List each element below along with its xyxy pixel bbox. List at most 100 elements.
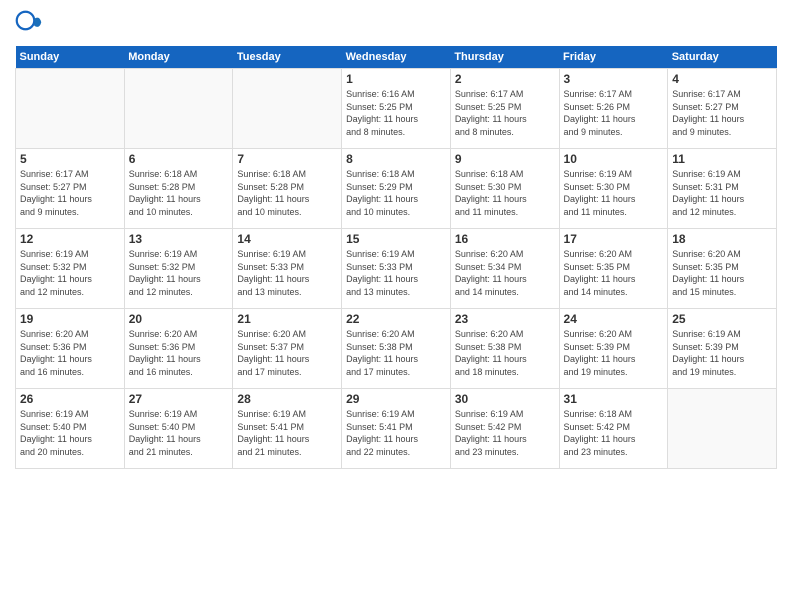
day-info: Sunrise: 6:19 AM Sunset: 5:39 PM Dayligh… <box>672 328 772 378</box>
calendar-cell: 29 Sunrise: 6:19 AM Sunset: 5:41 PM Dayli… <box>342 389 451 469</box>
day-info: Sunrise: 6:18 AM Sunset: 5:30 PM Dayligh… <box>455 168 555 218</box>
calendar-week-row: 19 Sunrise: 6:20 AM Sunset: 5:36 PM Dayli… <box>16 309 777 389</box>
day-info: Sunrise: 6:17 AM Sunset: 5:25 PM Dayligh… <box>455 88 555 138</box>
calendar-cell: 21 Sunrise: 6:20 AM Sunset: 5:37 PM Dayli… <box>233 309 342 389</box>
calendar-cell: 13 Sunrise: 6:19 AM Sunset: 5:32 PM Dayli… <box>124 229 233 309</box>
calendar-cell: 17 Sunrise: 6:20 AM Sunset: 5:35 PM Dayli… <box>559 229 668 309</box>
day-info: Sunrise: 6:19 AM Sunset: 5:32 PM Dayligh… <box>129 248 229 298</box>
logo <box>15 10 47 38</box>
day-info: Sunrise: 6:16 AM Sunset: 5:25 PM Dayligh… <box>346 88 446 138</box>
day-number: 21 <box>237 312 337 326</box>
calendar-cell <box>124 69 233 149</box>
calendar-cell: 26Sunrise: 6:19 AM Sunset: 5:40 PM Dayli… <box>16 389 125 469</box>
day-info: Sunrise: 6:20 AM Sunset: 5:36 PM Dayligh… <box>129 328 229 378</box>
day-number: 30 <box>455 392 555 406</box>
day-number: 5 <box>20 152 120 166</box>
calendar-cell <box>16 69 125 149</box>
weekday-header: Thursday <box>450 46 559 69</box>
calendar-cell: 28 Sunrise: 6:19 AM Sunset: 5:41 PM Dayli… <box>233 389 342 469</box>
calendar-week-row: 12 Sunrise: 6:19 AM Sunset: 5:32 PM Dayli… <box>16 229 777 309</box>
calendar-table: SundayMondayTuesdayWednesdayThursdayFrid… <box>15 46 777 469</box>
day-info: Sunrise: 6:18 AM Sunset: 5:29 PM Dayligh… <box>346 168 446 218</box>
day-number: 14 <box>237 232 337 246</box>
day-number: 4 <box>672 72 772 86</box>
day-number: 1 <box>346 72 446 86</box>
calendar-week-row: 5Sunrise: 6:17 AM Sunset: 5:27 PM Daylig… <box>16 149 777 229</box>
calendar-week-row: 26Sunrise: 6:19 AM Sunset: 5:40 PM Dayli… <box>16 389 777 469</box>
day-info: Sunrise: 6:19 AM Sunset: 5:41 PM Dayligh… <box>346 408 446 458</box>
day-info: Sunrise: 6:20 AM Sunset: 5:35 PM Dayligh… <box>564 248 664 298</box>
header <box>15 10 777 38</box>
calendar-cell: 5Sunrise: 6:17 AM Sunset: 5:27 PM Daylig… <box>16 149 125 229</box>
day-number: 19 <box>20 312 120 326</box>
day-number: 15 <box>346 232 446 246</box>
day-number: 12 <box>20 232 120 246</box>
day-info: Sunrise: 6:17 AM Sunset: 5:26 PM Dayligh… <box>564 88 664 138</box>
calendar-cell: 25 Sunrise: 6:19 AM Sunset: 5:39 PM Dayli… <box>668 309 777 389</box>
calendar-cell: 2 Sunrise: 6:17 AM Sunset: 5:25 PM Daylig… <box>450 69 559 149</box>
calendar-cell: 11Sunrise: 6:19 AM Sunset: 5:31 PM Dayli… <box>668 149 777 229</box>
day-number: 10 <box>564 152 664 166</box>
calendar-cell: 8 Sunrise: 6:18 AM Sunset: 5:29 PM Daylig… <box>342 149 451 229</box>
day-number: 31 <box>564 392 664 406</box>
day-info: Sunrise: 6:19 AM Sunset: 5:33 PM Dayligh… <box>237 248 337 298</box>
day-info: Sunrise: 6:19 AM Sunset: 5:40 PM Dayligh… <box>20 408 120 458</box>
day-info: Sunrise: 6:18 AM Sunset: 5:28 PM Dayligh… <box>237 168 337 218</box>
weekday-header: Saturday <box>668 46 777 69</box>
day-info: Sunrise: 6:19 AM Sunset: 5:30 PM Dayligh… <box>564 168 664 218</box>
calendar-cell: 4 Sunrise: 6:17 AM Sunset: 5:27 PM Daylig… <box>668 69 777 149</box>
calendar-cell: 7 Sunrise: 6:18 AM Sunset: 5:28 PM Daylig… <box>233 149 342 229</box>
day-info: Sunrise: 6:20 AM Sunset: 5:38 PM Dayligh… <box>455 328 555 378</box>
calendar-cell: 12 Sunrise: 6:19 AM Sunset: 5:32 PM Dayli… <box>16 229 125 309</box>
calendar-cell: 6Sunrise: 6:18 AM Sunset: 5:28 PM Daylig… <box>124 149 233 229</box>
day-info: Sunrise: 6:20 AM Sunset: 5:34 PM Dayligh… <box>455 248 555 298</box>
day-info: Sunrise: 6:17 AM Sunset: 5:27 PM Dayligh… <box>672 88 772 138</box>
day-info: Sunrise: 6:19 AM Sunset: 5:33 PM Dayligh… <box>346 248 446 298</box>
day-info: Sunrise: 6:18 AM Sunset: 5:28 PM Dayligh… <box>129 168 229 218</box>
day-info: Sunrise: 6:19 AM Sunset: 5:41 PM Dayligh… <box>237 408 337 458</box>
calendar-cell: 24 Sunrise: 6:20 AM Sunset: 5:39 PM Dayli… <box>559 309 668 389</box>
day-number: 29 <box>346 392 446 406</box>
day-number: 23 <box>455 312 555 326</box>
day-number: 17 <box>564 232 664 246</box>
day-info: Sunrise: 6:20 AM Sunset: 5:37 PM Dayligh… <box>237 328 337 378</box>
day-info: Sunrise: 6:19 AM Sunset: 5:32 PM Dayligh… <box>20 248 120 298</box>
day-info: Sunrise: 6:19 AM Sunset: 5:42 PM Dayligh… <box>455 408 555 458</box>
day-number: 7 <box>237 152 337 166</box>
weekday-header: Tuesday <box>233 46 342 69</box>
calendar-cell: 18 Sunrise: 6:20 AM Sunset: 5:35 PM Dayli… <box>668 229 777 309</box>
day-info: Sunrise: 6:19 AM Sunset: 5:40 PM Dayligh… <box>129 408 229 458</box>
calendar-cell: 19 Sunrise: 6:20 AM Sunset: 5:36 PM Dayli… <box>16 309 125 389</box>
day-number: 13 <box>129 232 229 246</box>
day-info: Sunrise: 6:20 AM Sunset: 5:36 PM Dayligh… <box>20 328 120 378</box>
day-number: 20 <box>129 312 229 326</box>
day-number: 22 <box>346 312 446 326</box>
calendar-cell: 31 Sunrise: 6:18 AM Sunset: 5:42 PM Dayli… <box>559 389 668 469</box>
calendar-cell: 23 Sunrise: 6:20 AM Sunset: 5:38 PM Dayli… <box>450 309 559 389</box>
weekday-header: Wednesday <box>342 46 451 69</box>
calendar-cell: 3Sunrise: 6:17 AM Sunset: 5:26 PM Daylig… <box>559 69 668 149</box>
day-number: 25 <box>672 312 772 326</box>
day-number: 9 <box>455 152 555 166</box>
day-info: Sunrise: 6:19 AM Sunset: 5:31 PM Dayligh… <box>672 168 772 218</box>
calendar-cell: 27Sunrise: 6:19 AM Sunset: 5:40 PM Dayli… <box>124 389 233 469</box>
calendar-week-row: 1 Sunrise: 6:16 AM Sunset: 5:25 PM Daylig… <box>16 69 777 149</box>
day-info: Sunrise: 6:18 AM Sunset: 5:42 PM Dayligh… <box>564 408 664 458</box>
day-info: Sunrise: 6:20 AM Sunset: 5:39 PM Dayligh… <box>564 328 664 378</box>
calendar-cell: 15 Sunrise: 6:19 AM Sunset: 5:33 PM Dayli… <box>342 229 451 309</box>
calendar-cell <box>668 389 777 469</box>
page-container: SundayMondayTuesdayWednesdayThursdayFrid… <box>0 0 792 612</box>
weekday-header: Friday <box>559 46 668 69</box>
day-number: 16 <box>455 232 555 246</box>
calendar-cell: 16 Sunrise: 6:20 AM Sunset: 5:34 PM Dayli… <box>450 229 559 309</box>
day-number: 28 <box>237 392 337 406</box>
day-number: 18 <box>672 232 772 246</box>
day-info: Sunrise: 6:20 AM Sunset: 5:38 PM Dayligh… <box>346 328 446 378</box>
calendar-header-row: SundayMondayTuesdayWednesdayThursdayFrid… <box>16 46 777 69</box>
calendar-cell: 14 Sunrise: 6:19 AM Sunset: 5:33 PM Dayli… <box>233 229 342 309</box>
calendar-cell: 10 Sunrise: 6:19 AM Sunset: 5:30 PM Dayli… <box>559 149 668 229</box>
day-info: Sunrise: 6:20 AM Sunset: 5:35 PM Dayligh… <box>672 248 772 298</box>
day-number: 2 <box>455 72 555 86</box>
day-number: 24 <box>564 312 664 326</box>
day-number: 8 <box>346 152 446 166</box>
